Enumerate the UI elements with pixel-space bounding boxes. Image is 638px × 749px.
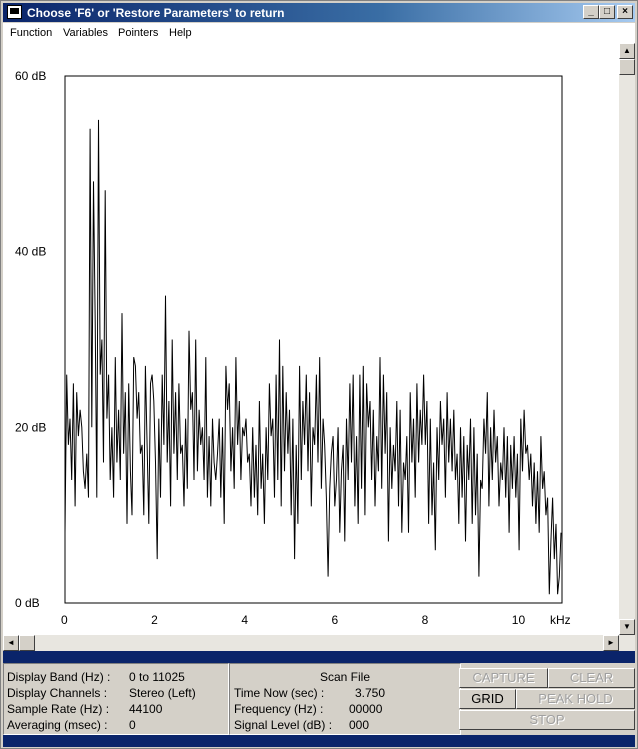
- spectrum-chart: 60 dB 40 dB 20 dB 0 dB 0 2 4 6 8 10 kHz: [15, 69, 571, 627]
- signal-level-value: 000: [349, 718, 370, 732]
- sample-rate-value: 44100: [129, 702, 163, 716]
- averaging-value: 0: [129, 718, 136, 732]
- scan-file-panel: Scan File Time Now (sec) : 3.750 Frequen…: [229, 663, 461, 735]
- x-tick-label: 0: [61, 613, 68, 627]
- plot-frame: [64, 75, 563, 604]
- peak-hold-button[interactable]: PEAK HOLD: [516, 689, 635, 709]
- display-channels-label: Display Channels :: [7, 686, 108, 700]
- menu-help[interactable]: Help: [169, 27, 192, 39]
- scroll-up-button[interactable]: ▲: [619, 43, 635, 59]
- display-band-value: 0 to 11025: [129, 670, 185, 684]
- menu-function[interactable]: Function: [10, 27, 52, 39]
- display-settings-panel: Display Band (Hz) : 0 to 11025 Display C…: [3, 663, 229, 735]
- y-tick-label: 20 dB: [15, 420, 46, 434]
- frequency-label: Frequency (Hz) :: [234, 702, 324, 716]
- y-tick-label: 0 dB: [15, 596, 40, 610]
- minimize-button[interactable]: _: [583, 5, 599, 19]
- y-tick-label: 60 dB: [15, 69, 46, 83]
- horizontal-scrollbar[interactable]: ◄ ►: [3, 635, 635, 651]
- sample-rate-label: Sample Rate (Hz) :: [7, 702, 110, 716]
- spectrum-plot-area: 60 dB 40 dB 20 dB 0 dB 0 2 4 6 8 10 kHz: [3, 43, 619, 635]
- spectrum-window: Choose 'F6' or 'Restore Parameters' to r…: [0, 0, 638, 749]
- menu-pointers[interactable]: Pointers: [118, 27, 158, 39]
- title-bar: Choose 'F6' or 'Restore Parameters' to r…: [3, 3, 635, 22]
- menu-variables[interactable]: Variables: [63, 27, 108, 39]
- display-channels-value: Stereo (Left): [129, 686, 196, 700]
- maximize-button[interactable]: □: [599, 5, 615, 19]
- x-tick-label: 10: [512, 613, 526, 627]
- vertical-scrollbar[interactable]: ▲ ▼: [619, 43, 635, 635]
- x-unit-label: kHz: [550, 613, 571, 627]
- display-band-label: Display Band (Hz) :: [7, 670, 111, 684]
- close-button[interactable]: ×: [617, 5, 633, 19]
- x-tick-label: 4: [241, 613, 248, 627]
- status-divider-bottom: [3, 735, 635, 747]
- x-tick-label: 2: [151, 613, 158, 627]
- capture-button[interactable]: CAPTURE: [459, 668, 548, 688]
- scroll-down-button[interactable]: ▼: [619, 619, 635, 635]
- time-now-value: 3.750: [355, 686, 386, 700]
- stop-button[interactable]: STOP: [459, 710, 635, 730]
- averaging-label: Averaging (msec) :: [7, 718, 108, 732]
- x-tick-label: 6: [331, 613, 338, 627]
- y-tick-label: 40 dB: [15, 245, 46, 259]
- time-now-label: Time Now (sec) :: [234, 686, 325, 700]
- menu-bar: Function Variables Pointers Help: [3, 23, 635, 43]
- clear-button[interactable]: CLEAR: [548, 668, 635, 688]
- vertical-scroll-thumb[interactable]: [619, 59, 635, 75]
- scroll-right-button[interactable]: ►: [603, 635, 619, 651]
- status-panel: Display Band (Hz) : 0 to 11025 Display C…: [3, 663, 635, 735]
- horizontal-scroll-thumb[interactable]: [19, 635, 35, 651]
- frequency-value: 00000: [349, 702, 383, 716]
- window-title: Choose 'F6' or 'Restore Parameters' to r…: [27, 6, 285, 20]
- scan-file-title: Scan File: [320, 670, 371, 684]
- status-divider-top: [3, 651, 635, 663]
- grid-button[interactable]: GRID: [459, 689, 516, 709]
- app-icon: [7, 5, 22, 19]
- scroll-left-button[interactable]: ◄: [3, 635, 19, 651]
- x-tick-label: 8: [422, 613, 429, 627]
- signal-level-label: Signal Level (dB) :: [234, 718, 333, 732]
